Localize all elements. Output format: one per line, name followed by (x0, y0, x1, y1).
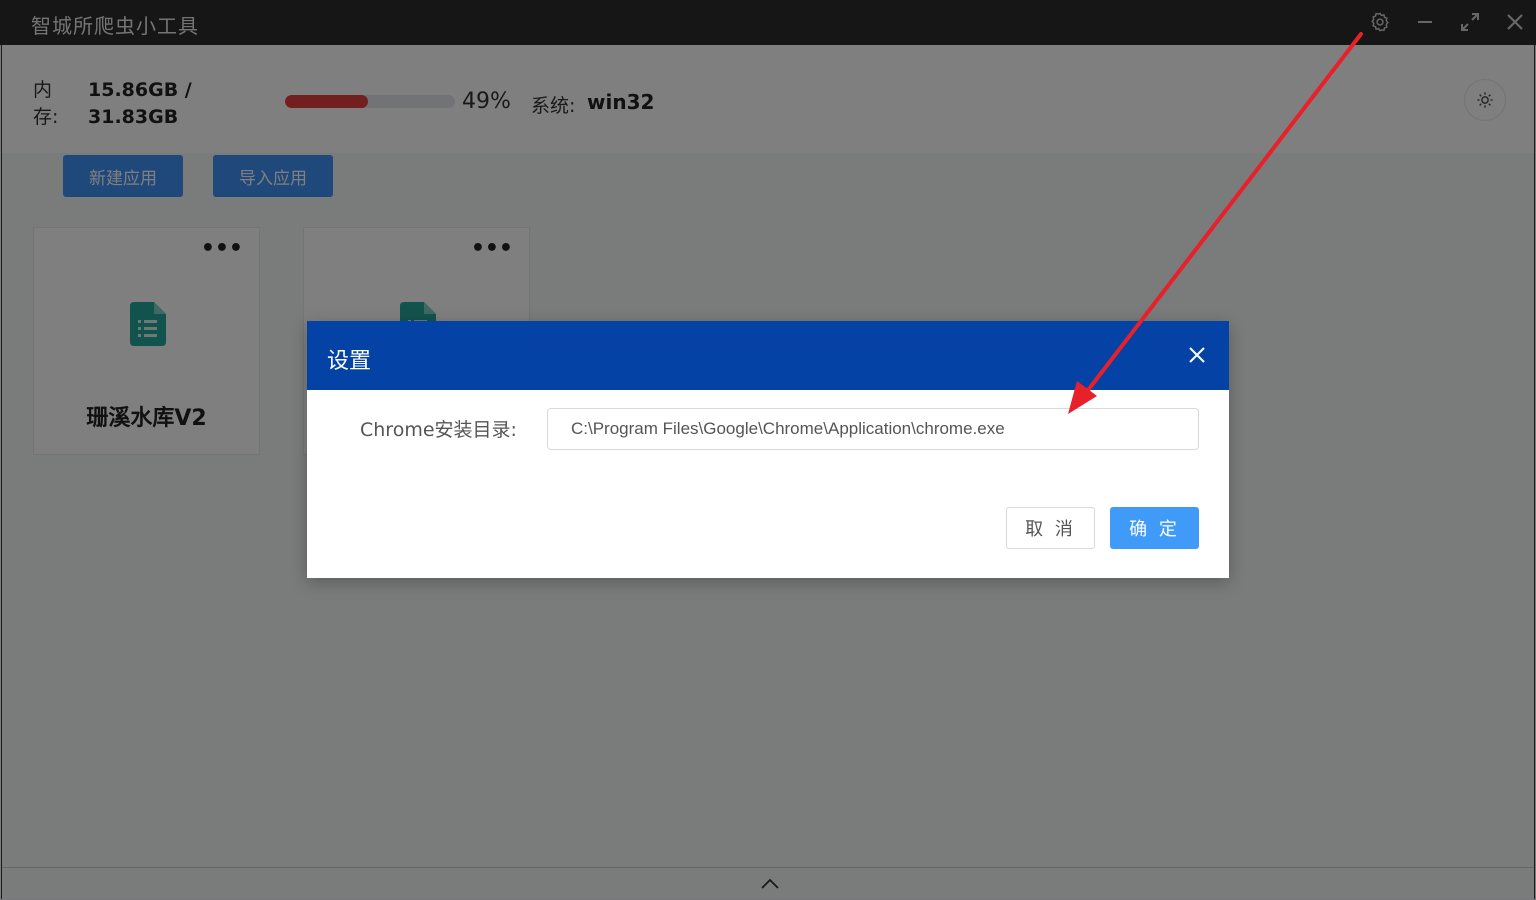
dialog-title: 设置 (327, 349, 372, 374)
cancel-button[interactable]: 取 消 (1006, 507, 1095, 549)
dialog-close-icon[interactable] (1185, 343, 1209, 367)
chrome-path-input[interactable] (547, 408, 1199, 450)
dialog-header: 设置 (307, 321, 1229, 390)
confirm-button[interactable]: 确 定 (1110, 507, 1199, 549)
chrome-path-label: Chrome安装目录: (360, 419, 517, 441)
settings-dialog: 设置 Chrome安装目录: 取 消 确 定 (307, 321, 1229, 578)
